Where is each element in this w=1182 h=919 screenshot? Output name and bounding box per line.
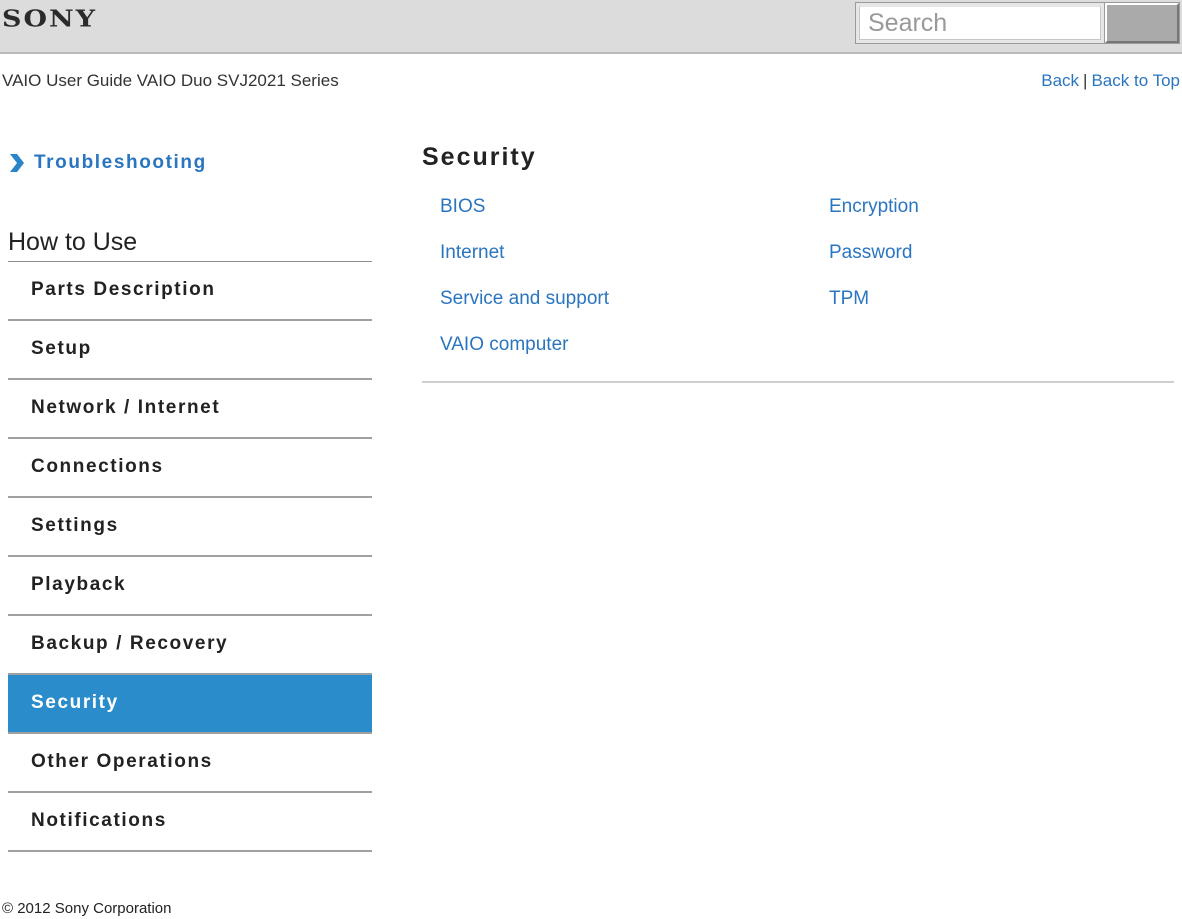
sidebar-item-backup-recovery[interactable]: Backup / Recovery [8,616,372,675]
sidebar-item-playback[interactable]: Playback [8,557,372,616]
sidebar-nav: Parts Description Setup Network / Intern… [8,261,372,852]
troubleshooting-label: Troubleshooting [34,152,207,173]
chevron-right-icon [10,154,24,172]
link-password[interactable]: Password [829,242,912,264]
link-service-and-support[interactable]: Service and support [440,288,609,310]
link-bios[interactable]: BIOS [440,196,485,218]
back-to-top-link[interactable]: Back to Top [1091,71,1180,90]
troubleshooting-link[interactable]: Troubleshooting [8,152,207,174]
back-link[interactable]: Back [1041,71,1079,90]
sidebar-item-parts-description[interactable]: Parts Description [8,262,372,321]
content-divider [422,381,1174,383]
sidebar-item-security[interactable]: Security [8,675,372,734]
sony-logo: SONY [2,6,97,33]
search-input[interactable] [859,6,1101,40]
copyright: © 2012 Sony Corporation [2,900,172,917]
top-navigation: Back | Back to Top [1041,71,1180,91]
sidebar-item-settings[interactable]: Settings [8,498,372,557]
link-internet[interactable]: Internet [440,242,504,264]
sidebar-item-setup[interactable]: Setup [8,321,372,380]
sidebar-item-network-internet[interactable]: Network / Internet [8,380,372,439]
sidebar-item-other-operations[interactable]: Other Operations [8,734,372,793]
page-title: Security [422,143,537,171]
sidebar-item-connections[interactable]: Connections [8,439,372,498]
link-vaio-computer[interactable]: VAIO computer [440,334,568,356]
link-tpm[interactable]: TPM [829,288,869,310]
sidebar-item-notifications[interactable]: Notifications [8,793,372,852]
search-button[interactable] [1104,2,1180,44]
guide-title: VAIO User Guide VAIO Duo SVJ2021 Series [2,71,339,90]
nav-separator: | [1083,71,1088,90]
sidebar-section-title: How to Use [8,228,138,256]
search-box [855,2,1105,44]
link-encryption[interactable]: Encryption [829,196,919,218]
